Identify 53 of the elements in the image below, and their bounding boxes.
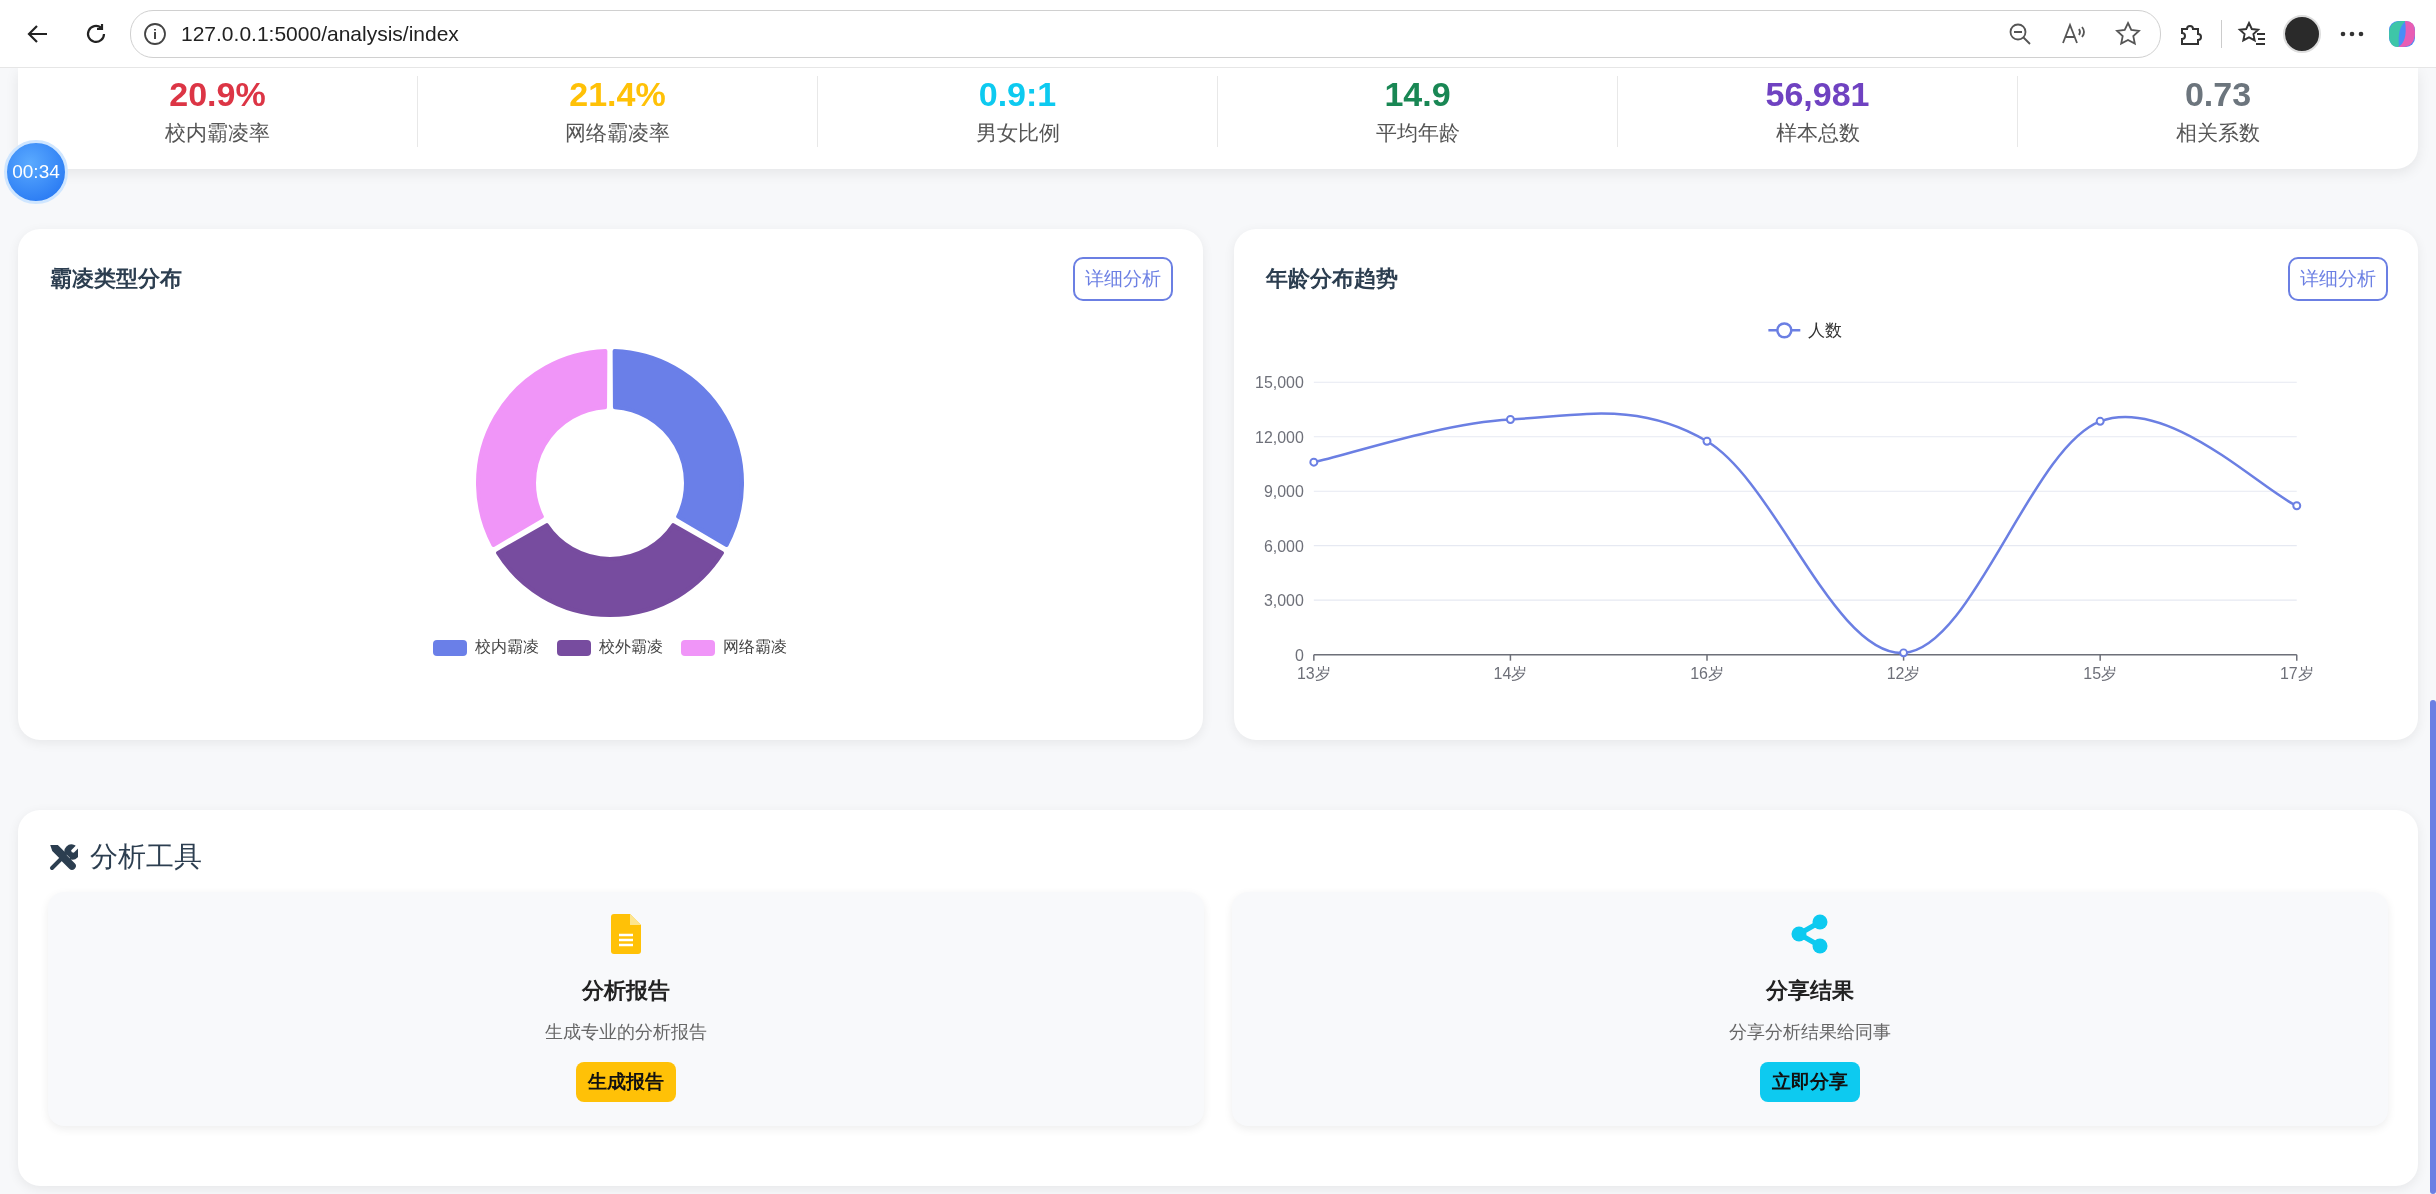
legend-label: 校内霸凌 — [475, 637, 540, 658]
stat-label: 男女比例 — [975, 120, 1060, 147]
card-title: 年龄分布趋势 — [1265, 265, 1398, 294]
address-bar[interactable]: 127.0.0.1:5000/analysis/index — [130, 9, 2161, 58]
axis-label: 17岁 — [2279, 665, 2314, 682]
stat-label: 校内霸凌率 — [165, 120, 270, 147]
axis-label: 15岁 — [2082, 665, 2117, 682]
detail-button[interactable]: 详细分析 — [2288, 257, 2388, 302]
tool-title: 分享结果 — [1766, 977, 1854, 1006]
stat-label: 网络霸凌率 — [565, 120, 670, 147]
axis-label: 0 — [1294, 647, 1304, 665]
tool-description: 生成专业的分析报告 — [545, 1021, 707, 1045]
axis-label: 12,000 — [1254, 429, 1304, 447]
url-text: 127.0.0.1:5000/analysis/index — [181, 21, 460, 46]
data-point — [2291, 501, 2301, 511]
section-title: 分析工具 — [90, 840, 202, 875]
document-icon — [611, 914, 641, 955]
axis-label: 16岁 — [1689, 665, 1724, 682]
stat-label: 样本总数 — [1775, 120, 1860, 147]
scrollbar-thumb[interactable] — [2430, 700, 2436, 1194]
share-icon — [1791, 914, 1829, 955]
legend-marker-icon — [1767, 322, 1800, 339]
legend-label: 人数 — [1807, 321, 1842, 341]
stat-value: 20.9% — [169, 76, 266, 114]
axis-label: 6,000 — [1263, 538, 1304, 556]
stat-label: 平均年龄 — [1375, 120, 1460, 147]
tool-button[interactable]: 立即分享 — [1760, 1062, 1860, 1103]
data-point — [1505, 415, 1515, 425]
data-point — [1898, 648, 1908, 658]
info-icon[interactable] — [143, 21, 167, 46]
legend-label: 校外霸凌 — [599, 637, 664, 658]
tool-description: 分享分析结果给同事 — [1729, 1021, 1891, 1045]
stat-value: 0.9:1 — [978, 76, 1057, 114]
stat-label: 相关系数 — [2176, 120, 2260, 147]
data-point — [2095, 417, 2105, 427]
stat-value: 14.9 — [1384, 76, 1451, 114]
axis-label: 13岁 — [1296, 665, 1331, 682]
axis-label: 15,000 — [1254, 374, 1304, 392]
detail-button[interactable]: 详细分析 — [1072, 257, 1173, 302]
stat-value: 21.4% — [569, 76, 666, 114]
data-point — [1702, 437, 1711, 447]
axis-label: 14岁 — [1493, 665, 1527, 682]
data-point — [1308, 458, 1318, 468]
tool-button[interactable]: 生成报告 — [576, 1062, 676, 1103]
legend-label: 网络霸凌 — [723, 637, 788, 658]
axis-label: 9,000 — [1263, 483, 1304, 501]
axis-label: 12岁 — [1886, 665, 1920, 682]
stat-value: 56,981 — [1765, 76, 1870, 114]
card-title: 霸凌类型分布 — [50, 265, 182, 294]
tools-icon — [48, 842, 78, 873]
tool-title: 分析报告 — [582, 977, 670, 1006]
stat-value: 0.73 — [2184, 76, 2252, 114]
axis-label: 3,000 — [1263, 592, 1304, 610]
